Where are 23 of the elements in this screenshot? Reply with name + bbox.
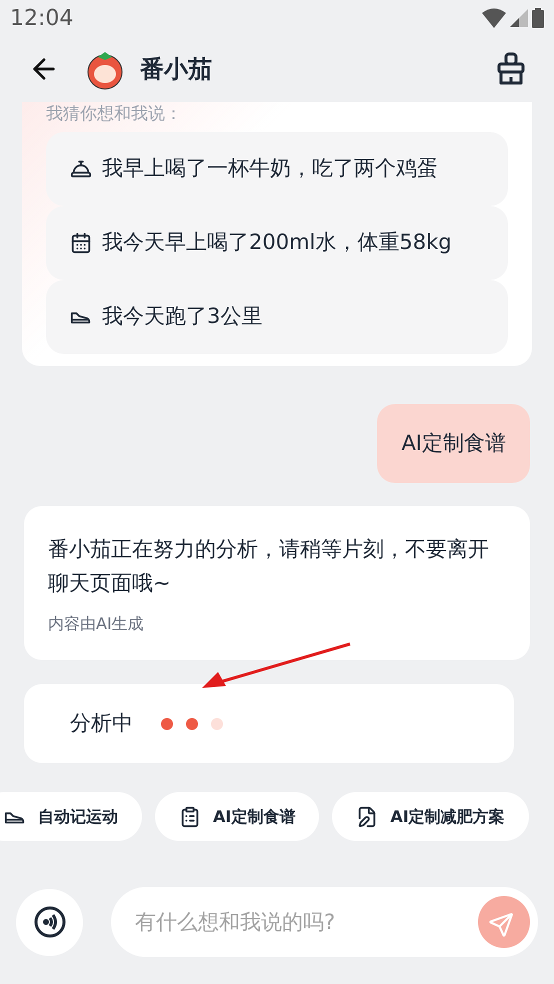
analyzing-label: 分析中 [70, 710, 133, 737]
battery-icon [532, 8, 544, 28]
calendar-icon [70, 232, 92, 254]
clipboard-icon [179, 806, 201, 828]
suggestion-item[interactable]: 我早上喝了一杯牛奶，吃了两个鸡蛋 [46, 132, 508, 206]
suggestion-item[interactable]: 我今天早上喝了200ml水，体重58kg [46, 206, 508, 280]
status-time: 12:04 [10, 4, 74, 32]
document-edit-icon [356, 806, 378, 828]
quick-action-chip[interactable]: AI定制减肥方案 [332, 792, 529, 841]
suggestion-heading: 我猜你想和我说： [46, 103, 183, 126]
bell-icon [70, 158, 92, 180]
broom-icon[interactable] [496, 52, 526, 86]
user-message-bubble: AI定制食谱 [377, 404, 530, 483]
quick-action-chip[interactable]: 自动记运动 [0, 792, 142, 841]
ai-note: 内容由AI生成 [48, 613, 145, 635]
signal-icon [510, 9, 528, 27]
quick-action-chip[interactable]: AI定制食谱 [155, 792, 320, 841]
message-input[interactable]: 有什么想和我说的吗? [111, 887, 538, 957]
voice-icon [34, 906, 66, 938]
bot-message-text: 番小茄正在努力的分析，请稍等片刻，不要离开聊天页面哦~ [48, 536, 490, 597]
chat-title: 番小茄 [140, 54, 212, 85]
suggestion-item[interactable]: 我今天跑了3公里 [46, 280, 508, 354]
wifi-icon [482, 8, 506, 28]
